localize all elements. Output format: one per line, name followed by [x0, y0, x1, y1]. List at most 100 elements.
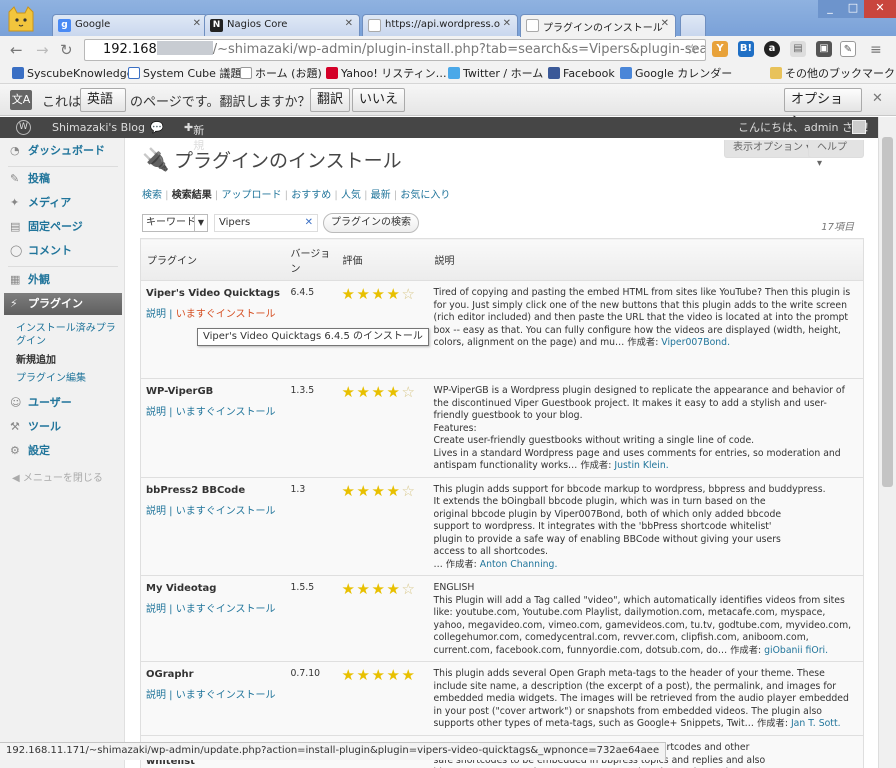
- clear-search-icon[interactable]: ✕: [305, 215, 313, 231]
- extension-icon[interactable]: ▣: [816, 41, 832, 57]
- star-filled-icon: ★: [356, 285, 370, 303]
- plugin-details-link[interactable]: 説明: [146, 407, 166, 418]
- sidebar-item-comments[interactable]: ◯ コメント: [4, 240, 122, 262]
- star-filled-icon: ★: [371, 580, 385, 598]
- sidebar-item-dashboard[interactable]: ◔ ダッシュボード: [4, 140, 122, 162]
- translate-button[interactable]: 翻訳: [310, 88, 351, 112]
- bookmark-item[interactable]: Yahoo! リスティン…: [326, 66, 447, 82]
- menu-icon[interactable]: ≡: [870, 40, 882, 60]
- sidebar-item-tools[interactable]: ⚒ ツール: [4, 416, 122, 438]
- scrollbar-thumb[interactable]: [882, 137, 893, 487]
- plugin-results-table: プラグイン バージョン 評価 説明 Viper's Video Quicktag…: [140, 238, 864, 768]
- address-bar[interactable]: 192.168/~shimazaki/wp-admin/plugin-insta…: [84, 39, 706, 61]
- bookmark-item[interactable]: Google カレンダー: [620, 66, 732, 82]
- hatena-bookmark-icon[interactable]: B!: [738, 41, 754, 57]
- dismiss-translate-button[interactable]: いいえ: [352, 88, 406, 112]
- install-now-link[interactable]: いますぐインストール: [176, 506, 276, 517]
- comments-icon[interactable]: 💬: [150, 120, 164, 135]
- bookmark-star-icon[interactable]: ☆: [686, 40, 699, 60]
- window-close-button[interactable]: ✕: [864, 0, 896, 18]
- extension-icon[interactable]: ✎: [840, 41, 856, 57]
- tab-newest[interactable]: 最新: [371, 190, 391, 201]
- tab-upload[interactable]: アップロード: [221, 190, 281, 201]
- close-icon[interactable]: ✕: [345, 18, 353, 29]
- tab-nagios[interactable]: N Nagios Core ✕: [204, 14, 360, 36]
- translate-options-button[interactable]: オプション ▾: [784, 88, 862, 129]
- sidebar-item-appearance[interactable]: ▦ 外観: [4, 269, 122, 291]
- bookmark-item[interactable]: SyscubeKnowledge: [12, 66, 133, 82]
- plugin-rating: ★ ★ ★ ★ ★: [336, 661, 429, 736]
- row-actions: 説明 | いますぐインストール: [146, 407, 276, 418]
- bookmark-item[interactable]: ホーム (お題): [240, 66, 322, 82]
- tab-favorites[interactable]: お気に入り: [400, 190, 450, 201]
- tab-google[interactable]: g Google ✕: [52, 14, 208, 36]
- tab-popular[interactable]: 人気: [341, 190, 361, 201]
- sidebar-item-pages[interactable]: ▤ 固定ページ: [4, 216, 122, 238]
- new-tab-button[interactable]: [680, 14, 706, 36]
- help-button[interactable]: ヘルプ ▾: [808, 140, 864, 169]
- search-plugins-button[interactable]: プラグインの検索: [323, 213, 419, 233]
- page-scrollbar[interactable]: [878, 117, 896, 768]
- star-filled-icon: ★: [371, 285, 385, 303]
- new-content-link[interactable]: ✚ 新規: [184, 120, 204, 152]
- bookmark-item[interactable]: System Cube 議題: [128, 66, 241, 82]
- description-text: WP-ViperGB is a Wordpress plugin designe…: [433, 385, 845, 471]
- author-link[interactable]: Jan T. Sott.: [791, 718, 841, 729]
- tab-search[interactable]: 検索: [142, 190, 162, 201]
- plugin-details-link[interactable]: 説明: [146, 309, 166, 320]
- install-now-link[interactable]: いますぐインストール: [176, 309, 276, 320]
- extension-icon[interactable]: ▤: [790, 41, 806, 57]
- plugin-details-link[interactable]: 説明: [146, 604, 166, 615]
- extension-icon[interactable]: Y: [712, 41, 728, 57]
- plugin-rating: ★ ★ ★ ★ ☆: [336, 476, 429, 576]
- site-name-link[interactable]: Shimazaki's Blog: [52, 120, 145, 135]
- sidebar-subitem-add-new[interactable]: 新規追加: [16, 354, 56, 367]
- close-icon[interactable]: ✕: [503, 18, 511, 29]
- bookmark-item[interactable]: Twitter / ホーム: [448, 66, 543, 82]
- settings-icon: ⚙: [10, 444, 20, 457]
- maximize-button[interactable]: □: [842, 0, 864, 18]
- search-type-select[interactable]: キーワード ▼: [142, 214, 208, 232]
- back-icon[interactable]: ←: [10, 40, 23, 60]
- install-now-link[interactable]: いますぐインストール: [176, 690, 276, 701]
- install-now-link[interactable]: いますぐインストール: [176, 407, 276, 418]
- sidebar-item-posts[interactable]: ✎ 投稿: [4, 168, 122, 190]
- close-icon[interactable]: ✕: [193, 18, 201, 29]
- minimize-button[interactable]: _: [818, 0, 842, 18]
- tab-featured[interactable]: おすすめ: [291, 190, 331, 201]
- sidebar-subitem-editor[interactable]: プラグイン編集: [16, 372, 86, 385]
- bookmark-item[interactable]: その他のブックマーク: [770, 66, 895, 82]
- tab-search-results[interactable]: 検索結果: [172, 190, 212, 201]
- sidebar-item-plugins[interactable]: ⚡ プラグイン: [4, 293, 122, 315]
- sidebar-item-settings[interactable]: ⚙ 設定: [4, 440, 122, 462]
- search-input[interactable]: Vipers ✕: [214, 214, 318, 232]
- sidebar-item-media[interactable]: ✦ メディア: [4, 192, 122, 214]
- language-select[interactable]: 英語 ▾: [80, 88, 126, 129]
- collapse-menu-button[interactable]: ◀ メニューを閉じる: [12, 472, 103, 485]
- column-header: 評価: [336, 238, 429, 281]
- plugin-details-link[interactable]: 説明: [146, 690, 166, 701]
- forward-icon[interactable]: →: [36, 40, 49, 60]
- wordpress-logo-icon[interactable]: W: [16, 120, 31, 135]
- extension-icon[interactable]: a: [764, 41, 780, 57]
- plugin-version: 0.7.10: [288, 661, 337, 736]
- plugin-details-link[interactable]: 説明: [146, 506, 166, 517]
- tab-api-wordpress[interactable]: https://api.wordpress.o ✕: [362, 14, 518, 36]
- tab-plugin-install[interactable]: プラグインのインストール ✕: [520, 14, 676, 37]
- author-link[interactable]: Viper007Bond.: [661, 337, 730, 348]
- star-filled-icon: ★: [386, 666, 400, 684]
- author-link[interactable]: Justin Klein.: [614, 460, 668, 471]
- screen-options-button[interactable]: 表示オプション ▾: [724, 140, 821, 158]
- close-icon[interactable]: ✕: [872, 91, 883, 106]
- author-link[interactable]: giObanii fiOri.: [764, 645, 828, 656]
- close-icon[interactable]: ✕: [661, 18, 669, 29]
- author-link[interactable]: Anton Channing.: [480, 559, 558, 570]
- reload-icon[interactable]: ↻: [60, 40, 73, 60]
- bookmark-item[interactable]: Facebook: [548, 66, 615, 82]
- sidebar-subitem-installed[interactable]: インストール済みプラグイン: [16, 322, 118, 348]
- star-filled-icon: ★: [341, 580, 355, 598]
- plugin-name-cell: WP-ViperGB 説明 | いますぐインストール: [140, 378, 289, 478]
- sidebar-item-users[interactable]: ☺ ユーザー: [4, 392, 122, 414]
- row-actions: 説明 | いますぐインストール: [146, 690, 276, 701]
- install-now-link[interactable]: いますぐインストール: [176, 604, 276, 615]
